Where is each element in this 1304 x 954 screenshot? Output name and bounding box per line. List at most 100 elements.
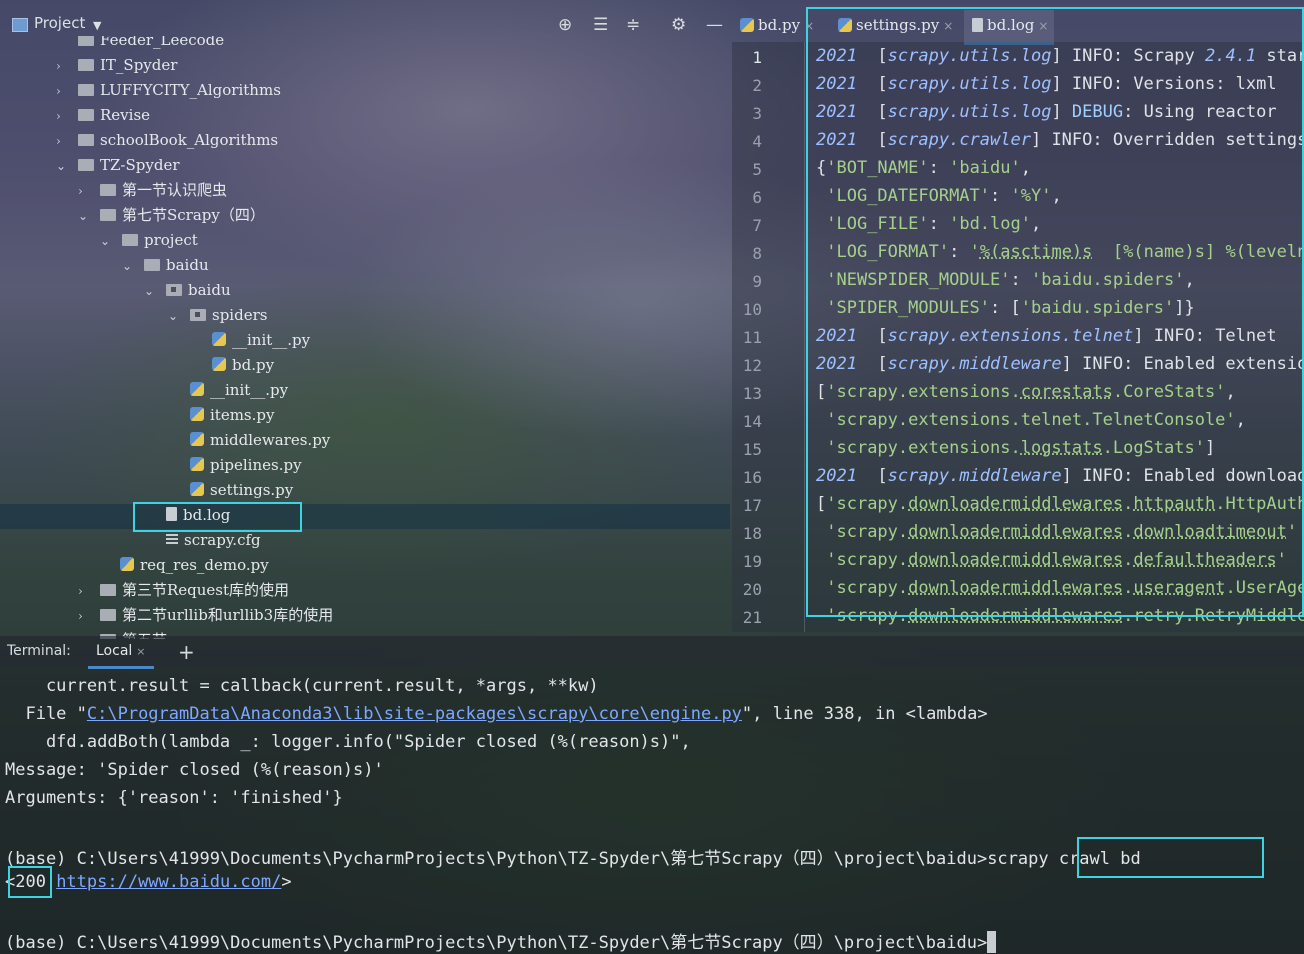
tree-item[interactable]: ⌄ baidu [122, 253, 209, 278]
tree-item-label: Revise [100, 106, 151, 124]
project-title[interactable]: Project [34, 14, 85, 32]
tab-local[interactable]: Local × [88, 636, 154, 669]
line-number: 3 [752, 104, 762, 123]
python-file-icon [212, 357, 226, 371]
chevron-down-icon[interactable]: ⌄ [78, 204, 92, 229]
tree-item[interactable]: bd.py [212, 353, 274, 378]
tree-item[interactable]: › schoolBook_Algorithms [56, 128, 278, 153]
tree-item[interactable]: pipelines.py [190, 453, 302, 478]
terminal-tabbar: Terminal: Local × + [0, 636, 1304, 669]
package-icon [190, 309, 206, 321]
line-number-gutter: 1 2 3 4 5 6 7 8 9 10 11 12 13 14 15 16 17 18 19 20 21 [732, 42, 805, 632]
tree-item-label: items.py [210, 406, 275, 424]
tree-item[interactable]: ⌄ 第七节Scrapy（四） [78, 203, 265, 228]
folder-icon [144, 259, 160, 271]
terminal-line: Arguments: {'reason': 'finished'} [5, 788, 343, 808]
minimize-icon[interactable]: — [706, 16, 723, 34]
line-number: 13 [742, 384, 762, 403]
line-number: 6 [752, 188, 762, 207]
gear-icon[interactable]: ⚙ [671, 16, 686, 34]
chevron-right-icon[interactable]: › [56, 54, 70, 79]
tree-item[interactable]: › IT_Spyder [56, 53, 177, 78]
editor: bd.py × settings.py × bd.log × 1 2 3 4 5 6 7 8 9 10 1… [732, 0, 1304, 636]
tree-item-label: 第二节urllib和urllib3库的使用 [122, 606, 334, 624]
highlight-box-log-content [806, 7, 1304, 617]
file-link[interactable]: C:\ProgramData\Anaconda3\lib\site-packag… [87, 704, 742, 724]
tree-item-label: LUFFYCITY_Algorithms [100, 81, 281, 99]
tree-item[interactable]: __init__.py [190, 378, 288, 403]
chevron-right-icon[interactable]: › [78, 604, 92, 629]
tree-item[interactable]: › 第一节认识爬虫 [78, 178, 227, 203]
folder-icon [78, 84, 94, 96]
tree-item[interactable]: › LUFFYCITY_Algorithms [56, 78, 281, 103]
tree-item[interactable]: settings.py [190, 478, 293, 503]
terminal-line: Message: 'Spider closed (%(reason)s)' [5, 760, 384, 780]
collapse-all-icon[interactable]: ≑ [626, 16, 640, 34]
folder-icon [100, 609, 116, 621]
add-terminal-button[interactable]: + [178, 640, 195, 664]
line-number: 7 [752, 216, 762, 235]
line-number: 10 [742, 300, 762, 319]
tree-item[interactable]: req_res_demo.py [120, 553, 269, 578]
chevron-down-icon[interactable]: ▼ [93, 19, 101, 32]
expand-all-icon[interactable]: ☰ [593, 16, 608, 34]
tab-label: bd.py [758, 16, 801, 34]
python-file-icon [190, 432, 204, 446]
terminal-prompt: (base) C:\Users\41999\Documents\PycharmP… [5, 933, 988, 953]
terminal-line: current.result = callback(current.result… [5, 676, 599, 696]
tree-item[interactable]: ⌄ project [100, 228, 198, 253]
tree-item-label: scrapy.cfg [184, 531, 261, 549]
tree-item-label: pipelines.py [210, 456, 302, 474]
python-file-icon [190, 457, 204, 471]
package-icon [166, 284, 182, 296]
highlight-box-status [8, 866, 52, 898]
folder-icon [100, 584, 116, 596]
tree-item-label: __init__.py [232, 331, 311, 349]
chevron-right-icon[interactable]: › [78, 179, 92, 204]
chevron-right-icon[interactable]: › [56, 104, 70, 129]
folder-icon [100, 184, 116, 196]
chevron-right-icon[interactable]: › [56, 79, 70, 104]
project-view-icon [12, 18, 28, 32]
tree-item[interactable]: __init__.py [212, 328, 310, 353]
tree-item-label: 第七节Scrapy（四） [122, 206, 265, 224]
line-number: 9 [752, 272, 762, 291]
chevron-down-icon[interactable]: ⌄ [144, 279, 158, 304]
locate-icon[interactable]: ⊕ [558, 16, 572, 34]
chevron-down-icon[interactable]: ⌄ [100, 229, 114, 254]
tree-item[interactable]: ⌄ baidu [144, 278, 231, 303]
tree-item-label: middlewares.py [210, 431, 331, 449]
close-icon[interactable]: × [136, 645, 145, 658]
tree-item[interactable]: items.py [190, 403, 274, 428]
chevron-right-icon[interactable]: › [78, 579, 92, 604]
folder-icon [78, 59, 94, 71]
chevron-down-icon[interactable]: ⌄ [168, 304, 182, 329]
line-number: 20 [742, 580, 762, 599]
terminal-line[interactable]: (base) C:\Users\41999\Documents\PycharmP… [5, 928, 997, 953]
terminal-line: (base) C:\Users\41999\Documents\PycharmP… [5, 849, 1141, 869]
tree-item[interactable]: ⌄ TZ-Spyder [56, 153, 180, 178]
chevron-down-icon[interactable]: ⌄ [122, 254, 136, 279]
tab-bd-py[interactable]: bd.py × [740, 10, 814, 42]
folder-icon [100, 209, 116, 221]
tree-item[interactable]: › 第二节urllib和urllib3库的使用 [78, 603, 333, 628]
tree-item-label: TZ-Spyder [100, 156, 180, 174]
tree-item[interactable]: ⌄ spiders [168, 303, 267, 328]
line-number: 8 [752, 244, 762, 263]
project-panel: Project ▼ ⊕ ☰ ≑ ⚙ — Feeder_Leecode › IT_Sp… [0, 0, 730, 639]
python-file-icon [740, 18, 754, 32]
config-file-icon [166, 534, 178, 546]
project-header: Project ▼ ⊕ ☰ ≑ ⚙ — [0, 10, 730, 38]
tree-item-label: settings.py [210, 481, 294, 499]
python-file-icon [212, 332, 226, 346]
chevron-down-icon[interactable]: ⌄ [56, 154, 70, 179]
tree-item[interactable]: › 第三节Request库的使用 [78, 578, 289, 603]
tree-item[interactable]: › Revise [56, 103, 150, 128]
folder-icon [122, 234, 138, 246]
tree-item[interactable]: middlewares.py [190, 428, 330, 453]
response-url-link[interactable]: https://www.baidu.com/ [56, 872, 281, 892]
terminal-text: > [281, 872, 292, 892]
chevron-right-icon[interactable]: › [56, 129, 70, 154]
tree-item-label: IT_Spyder [100, 56, 178, 74]
highlight-box-command [1077, 837, 1264, 878]
